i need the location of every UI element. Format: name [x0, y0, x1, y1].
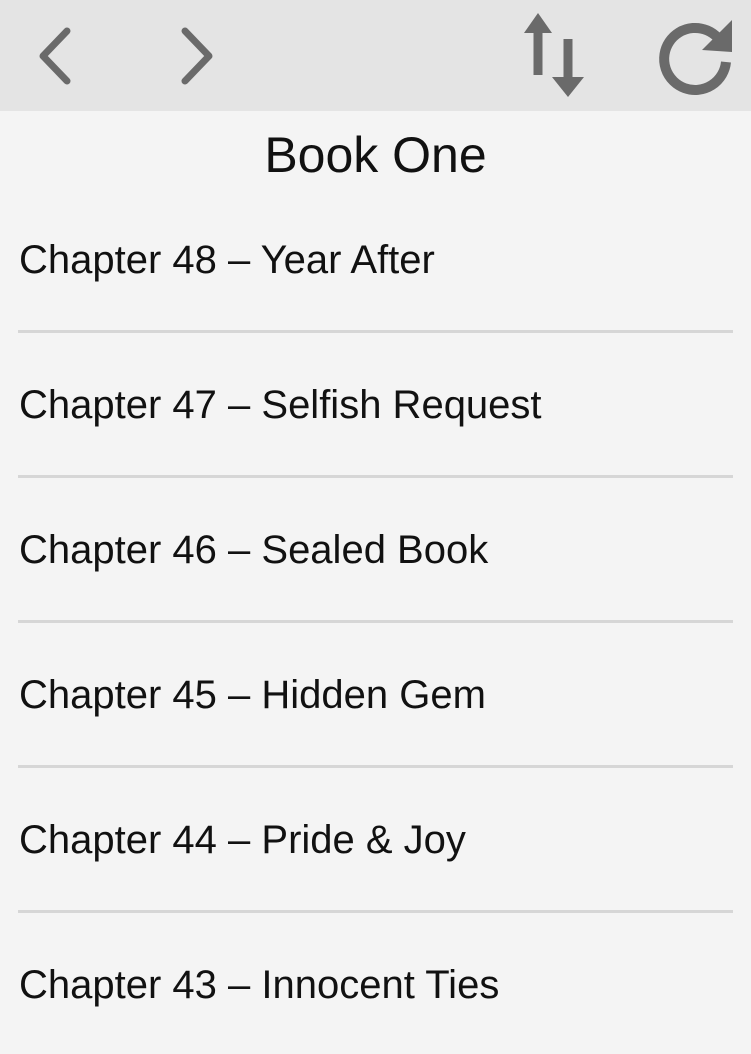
app-screen: Book One Chapter 48 – Year After Chapter… [0, 0, 751, 1054]
sort-arrows-icon [524, 12, 584, 97]
chevron-left-icon [39, 27, 71, 84]
chapter-label: Chapter 45 – Hidden Gem [19, 673, 486, 717]
chapter-label: Chapter 46 – Sealed Book [19, 528, 489, 572]
chapter-label: Chapter 48 – Year After [19, 238, 435, 282]
chapter-list-item[interactable]: Chapter 45 – Hidden Gem [18, 623, 733, 768]
sort-button[interactable] [510, 0, 600, 111]
chapter-label: Chapter 47 – Selfish Request [19, 383, 542, 427]
chapter-label: Chapter 43 – Innocent Ties [19, 963, 500, 1007]
forward-button[interactable] [162, 0, 232, 111]
chapter-list-item[interactable]: Chapter 47 – Selfish Request [18, 333, 733, 478]
chapter-list: Chapter 48 – Year After Chapter 47 – Sel… [0, 188, 751, 1054]
chapter-list-item[interactable]: Chapter 48 – Year After [18, 188, 733, 333]
refresh-button[interactable] [648, 0, 743, 111]
book-title: Book One [264, 127, 487, 183]
refresh-icon [658, 19, 732, 95]
chevron-right-icon [181, 27, 213, 84]
chapter-list-item[interactable]: Chapter 46 – Sealed Book [18, 478, 733, 623]
chapter-label: Chapter 44 – Pride & Joy [19, 818, 466, 862]
chapter-list-item[interactable]: Chapter 43 – Innocent Ties [18, 913, 733, 1054]
back-button[interactable] [20, 0, 90, 111]
chapter-list-item[interactable]: Chapter 44 – Pride & Joy [18, 768, 733, 913]
top-toolbar [0, 0, 751, 111]
